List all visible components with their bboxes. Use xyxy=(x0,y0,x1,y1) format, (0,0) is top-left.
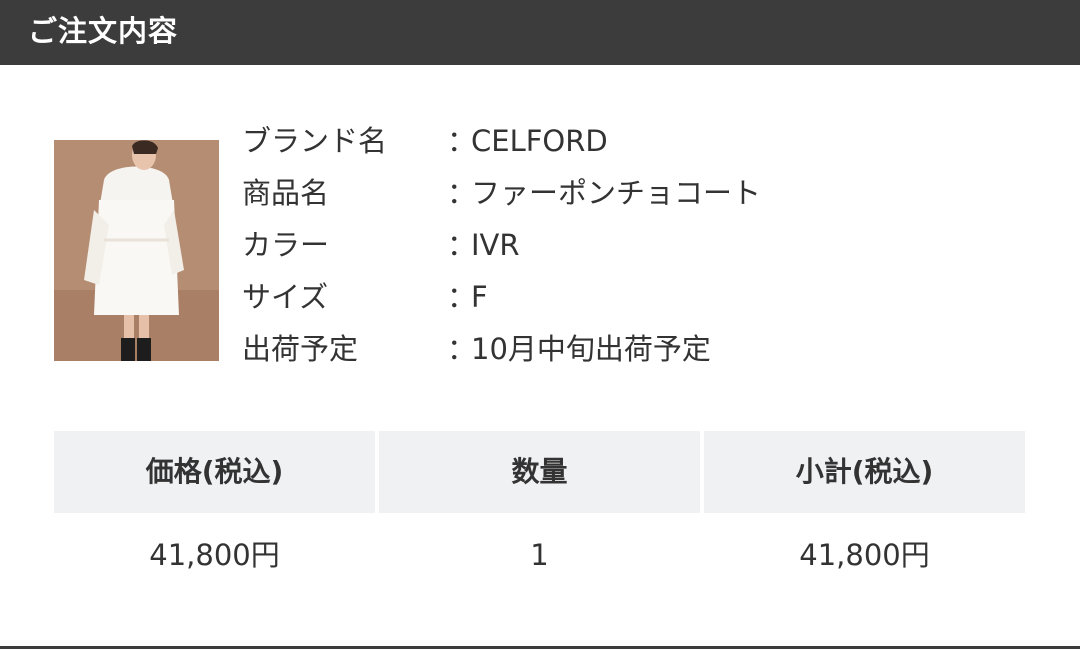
detail-value: ファーポンチョコート xyxy=(471,176,762,210)
cell-quantity: 1 xyxy=(530,538,549,572)
detail-label: 出荷予定 xyxy=(242,332,359,366)
header-price: 価格(税込) xyxy=(54,431,375,513)
section-title: ご注文内容 xyxy=(28,14,179,48)
detail-label: 商品名 xyxy=(242,176,330,210)
price-table: 価格(税込) 数量 小計(税込) 41,800円 1 41,800円 xyxy=(54,431,1025,597)
cell-price: 41,800円 xyxy=(149,538,280,572)
product-image xyxy=(54,140,219,361)
detail-value: F xyxy=(471,280,488,314)
detail-label: カラー xyxy=(242,228,330,262)
detail-value: IVR xyxy=(471,228,520,262)
table-row: 41,800円 1 41,800円 xyxy=(54,513,1025,597)
detail-label: サイズ xyxy=(242,280,329,314)
header-subtotal: 小計(税込) xyxy=(704,431,1025,513)
detail-value: CELFORD xyxy=(471,124,608,158)
detail-label: ブランド名 xyxy=(242,124,388,158)
cell-subtotal: 41,800円 xyxy=(799,538,930,572)
section-header: ご注文内容 xyxy=(0,0,1080,65)
detail-value: 10月中旬出荷予定 xyxy=(471,332,711,366)
header-quantity: 数量 xyxy=(379,431,700,513)
table-header-row: 価格(税込) 数量 小計(税込) xyxy=(54,431,1025,513)
